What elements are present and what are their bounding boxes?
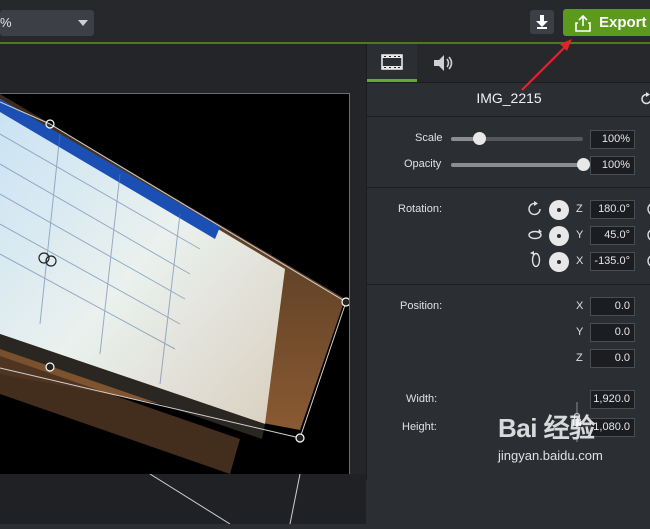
position-z-input[interactable]: 0.0 xyxy=(590,349,635,368)
share-export-icon xyxy=(575,14,591,41)
rotation-y-dial[interactable] xyxy=(549,226,569,246)
opacity-label: Opacity xyxy=(404,158,442,170)
position-y-axis: Y xyxy=(576,326,584,338)
position-label: Position: xyxy=(400,300,443,312)
reset-icon[interactable] xyxy=(641,92,650,106)
watermark-url: jingyan.baidu.com xyxy=(498,448,603,463)
divider xyxy=(367,187,650,188)
rotation-label: Rotation: xyxy=(398,203,443,215)
export-button[interactable]: Export xyxy=(563,9,650,36)
rotation-y-input[interactable]: 45.0° xyxy=(590,226,635,245)
top-toolbar: % Export xyxy=(0,0,650,44)
position-z-axis: Z xyxy=(576,352,583,364)
media-title: IMG_2215 xyxy=(476,90,542,106)
width-input[interactable]: 1,920.0 xyxy=(590,390,635,409)
rotated-media-preview[interactable] xyxy=(0,94,349,474)
canvas-area xyxy=(0,44,366,525)
position-y-input[interactable]: 0.0 xyxy=(590,323,635,342)
watermark: Bai 经验 jingyan.baidu.com xyxy=(498,408,648,468)
rotation-z-dial[interactable] xyxy=(549,200,569,220)
opacity-slider-knob[interactable] xyxy=(577,158,590,171)
width-label: Width: xyxy=(406,393,438,405)
rotate-y-icon xyxy=(528,229,542,240)
keyframe-edge-icon[interactable] xyxy=(646,254,650,268)
rotation-z-axis: Z xyxy=(576,203,583,215)
keyframe-edge-icon[interactable] xyxy=(646,228,650,242)
download-icon xyxy=(536,15,548,29)
scale-label: Scale xyxy=(415,132,443,144)
bounding-box-extension xyxy=(149,473,301,525)
rotation-x-input[interactable]: -135.0° xyxy=(590,252,635,271)
download-button[interactable] xyxy=(530,10,554,34)
height-label: Height: xyxy=(402,421,437,433)
canvas-footer xyxy=(0,473,366,525)
rotation-x-axis: X xyxy=(576,255,584,267)
keyframe-edge-icon[interactable] xyxy=(646,202,650,216)
divider xyxy=(367,116,650,117)
opacity-slider[interactable] xyxy=(451,158,590,171)
scale-slider-knob[interactable] xyxy=(472,132,486,145)
preview-stage[interactable] xyxy=(0,93,350,475)
scale-input[interactable]: 100% xyxy=(590,130,635,149)
opacity-slider-fill xyxy=(451,163,583,167)
properties-tabs xyxy=(367,44,650,83)
tab-visual-properties[interactable] xyxy=(367,44,417,82)
opacity-input[interactable]: 100% xyxy=(590,156,635,175)
film-icon xyxy=(381,54,403,70)
rotate-x-icon xyxy=(530,251,541,268)
position-x-input[interactable]: 0.0 xyxy=(590,297,635,316)
chevron-down-icon xyxy=(78,20,88,26)
zoom-value: % xyxy=(0,15,12,30)
divider xyxy=(367,284,650,285)
tab-audio-properties[interactable] xyxy=(419,44,469,82)
watermark-brand: Bai 经验 xyxy=(498,413,595,443)
rotation-y-axis: Y xyxy=(576,229,584,241)
export-label: Export xyxy=(599,14,647,31)
rotate-z-icon xyxy=(528,201,541,216)
scale-slider[interactable] xyxy=(451,132,583,145)
zoom-dropdown[interactable]: % xyxy=(0,10,94,36)
speaker-icon xyxy=(434,55,453,71)
rotation-x-dial[interactable] xyxy=(549,252,569,272)
position-x-axis: X xyxy=(576,300,584,312)
rotation-z-input[interactable]: 180.0° xyxy=(590,200,635,219)
